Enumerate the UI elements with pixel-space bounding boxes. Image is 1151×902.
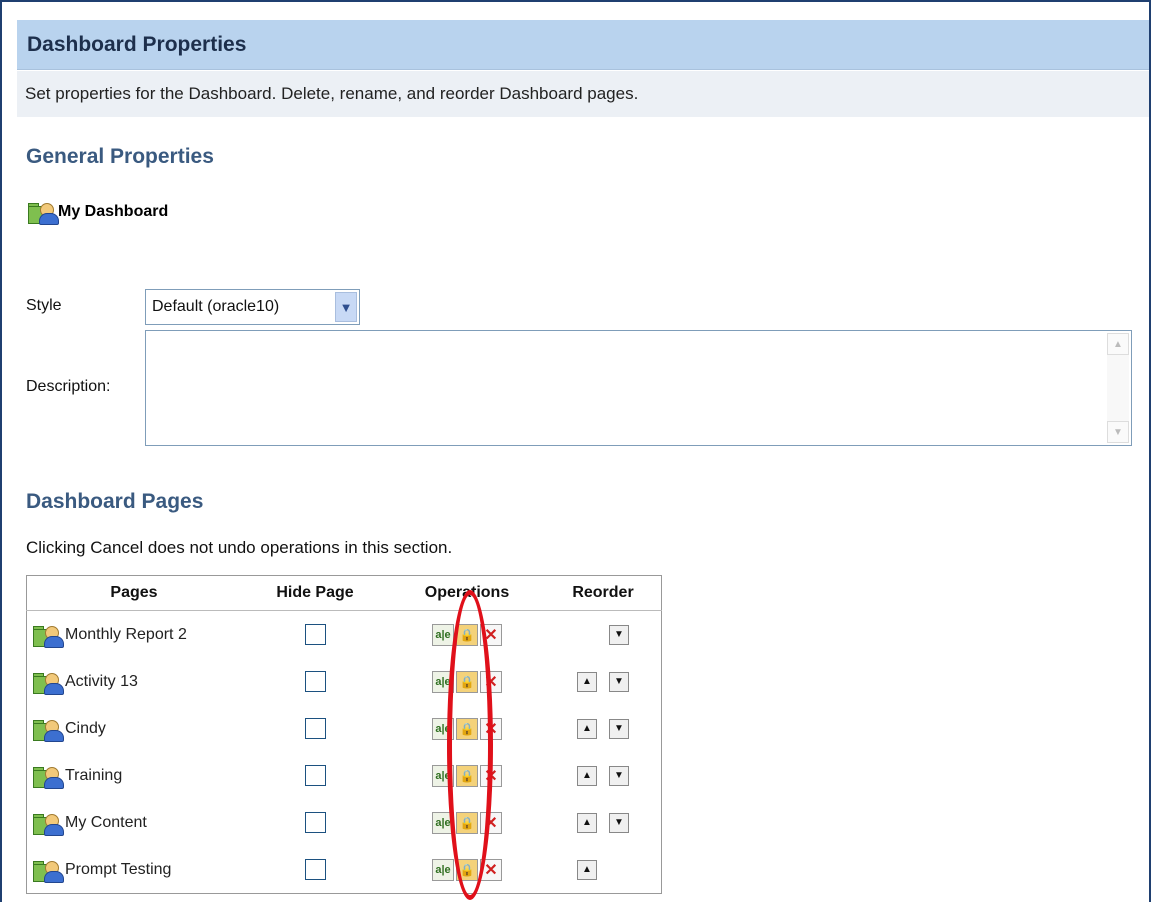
style-select-value: Default (oracle10) bbox=[152, 298, 280, 315]
page-name: Prompt Testing bbox=[65, 860, 172, 878]
general-properties-heading: General Properties bbox=[26, 145, 214, 168]
hide-page-checkbox[interactable] bbox=[304, 671, 326, 692]
hide-page-checkbox[interactable] bbox=[304, 718, 326, 739]
chevron-down-icon[interactable]: ▼ bbox=[335, 292, 357, 322]
table-row: Training a|e 🔒 ✕ ▲ ▼ bbox=[27, 752, 662, 799]
dashboard-page-icon bbox=[31, 764, 64, 789]
table-row: My Content a|e 🔒 ✕ ▲ ▼ bbox=[27, 799, 662, 846]
hide-page-cell bbox=[241, 846, 389, 894]
hide-page-checkbox[interactable] bbox=[304, 765, 326, 786]
arrow-up-icon[interactable]: ▲ bbox=[577, 765, 597, 786]
scroll-up-icon[interactable]: ▲ bbox=[1107, 333, 1129, 355]
hide-page-cell bbox=[241, 611, 389, 659]
description-label: Description: bbox=[26, 378, 111, 395]
arrow-down-icon[interactable]: ▼ bbox=[609, 812, 629, 833]
dashboard-pages-heading: Dashboard Pages bbox=[26, 490, 204, 513]
table-row: Prompt Testing a|e 🔒 ✕ ▲ bbox=[27, 846, 662, 894]
dashboard-page-icon bbox=[31, 670, 64, 695]
hide-page-cell bbox=[241, 658, 389, 705]
dashboard-page-icon bbox=[31, 717, 64, 742]
panel-description: Set properties for the Dashboard. Delete… bbox=[17, 71, 1149, 117]
dashboard-page-icon bbox=[31, 858, 64, 883]
hide-page-checkbox[interactable] bbox=[304, 859, 326, 880]
page-name: Cindy bbox=[65, 719, 106, 737]
table-row: Cindy a|e 🔒 ✕ ▲ ▼ bbox=[27, 705, 662, 752]
page-name: Monthly Report 2 bbox=[65, 625, 187, 643]
page-name: Training bbox=[65, 766, 123, 784]
rename-icon[interactable]: a|e bbox=[432, 858, 454, 881]
table-row: Activity 13 a|e 🔒 ✕ ▲ ▼ bbox=[27, 658, 662, 705]
hide-page-checkbox[interactable] bbox=[304, 624, 326, 645]
rename-icon[interactable]: a|e bbox=[432, 623, 454, 646]
page-cell: Training bbox=[27, 752, 242, 799]
col-pages: Pages bbox=[26, 575, 241, 611]
scroll-down-icon[interactable]: ▼ bbox=[1107, 421, 1129, 443]
arrow-down-icon[interactable]: ▼ bbox=[609, 765, 629, 786]
style-label: Style bbox=[26, 297, 62, 314]
page-cell: Cindy bbox=[27, 705, 242, 752]
description-textarea[interactable]: ▲ ▼ bbox=[145, 330, 1132, 446]
panel-title: Dashboard Properties bbox=[17, 20, 1149, 70]
reorder-cell: ▲ ▼ bbox=[545, 658, 662, 705]
reorder-cell: ▲ ▼ bbox=[545, 705, 662, 752]
red-circle-annotation bbox=[447, 590, 493, 900]
dashboard-page-icon bbox=[31, 811, 64, 836]
reorder-cell: ▲ ▼ bbox=[545, 799, 662, 846]
window-frame-left bbox=[0, 0, 2, 902]
pages-table: Pages Hide Page Operations Reorder Month… bbox=[26, 575, 662, 894]
page-name: Activity 13 bbox=[65, 672, 138, 690]
page-cell: My Content bbox=[27, 799, 242, 846]
arrow-up-icon[interactable]: ▲ bbox=[577, 812, 597, 833]
window-frame-top bbox=[0, 0, 1151, 2]
arrow-down-icon[interactable]: ▼ bbox=[609, 624, 629, 645]
style-select[interactable]: Default (oracle10) ▼ bbox=[145, 289, 360, 325]
page-cell: Prompt Testing bbox=[27, 846, 242, 894]
empty-slot bbox=[609, 860, 629, 880]
reorder-cell: ▲ ▼ bbox=[545, 752, 662, 799]
arrow-down-icon[interactable]: ▼ bbox=[609, 671, 629, 692]
hide-page-cell bbox=[241, 799, 389, 846]
arrow-up-icon[interactable]: ▲ bbox=[577, 718, 597, 739]
page-cell: Activity 13 bbox=[27, 658, 242, 705]
dashboard-folder-icon bbox=[26, 200, 59, 225]
description-scrollbar[interactable]: ▲ ▼ bbox=[1107, 333, 1129, 443]
arrow-up-icon[interactable]: ▲ bbox=[577, 671, 597, 692]
arrow-down-icon[interactable]: ▼ bbox=[609, 718, 629, 739]
table-header-row: Pages Hide Page Operations Reorder bbox=[26, 575, 662, 611]
hide-page-cell bbox=[241, 705, 389, 752]
reorder-cell: ▲ bbox=[545, 846, 662, 894]
page-name: My Content bbox=[65, 813, 147, 831]
cancel-note: Clicking Cancel does not undo operations… bbox=[26, 538, 453, 557]
hide-page-checkbox[interactable] bbox=[304, 812, 326, 833]
reorder-cell: ▼ bbox=[545, 611, 662, 659]
col-hide-page: Hide Page bbox=[241, 575, 389, 611]
arrow-up-icon[interactable]: ▲ bbox=[577, 859, 597, 880]
page-cell: Monthly Report 2 bbox=[27, 611, 242, 659]
dashboard-name: My Dashboard bbox=[58, 203, 169, 220]
empty-slot bbox=[577, 625, 597, 645]
table-row: Monthly Report 2 a|e 🔒 ✕ ▼ bbox=[27, 611, 662, 659]
dashboard-name-row: My Dashboard bbox=[26, 198, 168, 226]
col-reorder: Reorder bbox=[545, 575, 662, 611]
hide-page-cell bbox=[241, 752, 389, 799]
dashboard-page-icon bbox=[31, 623, 64, 648]
